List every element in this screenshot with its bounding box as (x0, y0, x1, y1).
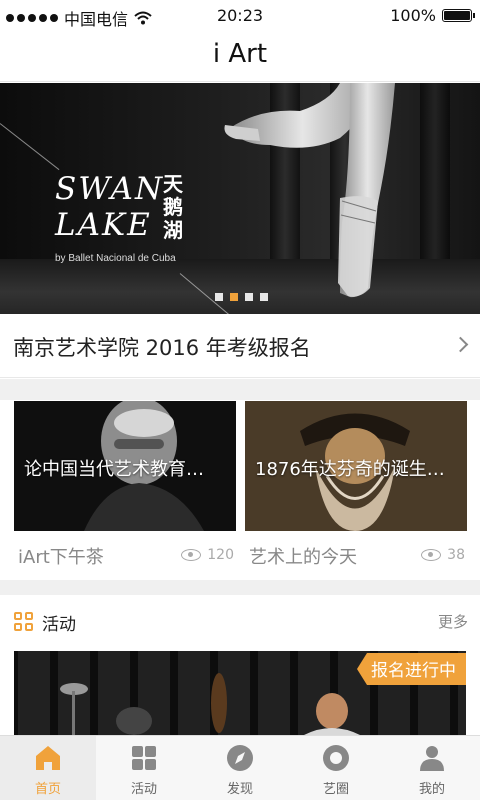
article-card[interactable]: 1876年达芬奇的诞生… 艺术上的今天 38 (245, 401, 467, 576)
status-badge: 报名进行中 (357, 653, 466, 685)
tab-label: 我的 (418, 782, 445, 797)
registration-text: 南京艺术学院 2016 年考级报名 (13, 336, 311, 360)
tab-label: 首页 (34, 782, 61, 797)
banner-title-line1: SWAN (55, 171, 165, 207)
banner-title: SWAN LAKE 天鹅湖 by Ballet Nacional de Cuba (55, 171, 183, 264)
card-image: 论中国当代艺术教育… (14, 401, 236, 531)
tab-label: 艺圈 (322, 782, 349, 797)
tab-profile[interactable]: 我的 (384, 736, 480, 800)
person-icon (420, 746, 444, 771)
tab-label: 发现 (226, 782, 253, 797)
battery-icon (442, 9, 475, 22)
banner-byline: by Ballet Nacional de Cuba (55, 253, 176, 264)
activity-header: 活动 更多 (0, 596, 480, 648)
home-icon (36, 746, 60, 770)
eye-icon (421, 549, 442, 561)
banner-title-line2: LAKE (55, 207, 152, 243)
view-count: 120 (181, 547, 234, 563)
article-card[interactable]: 论中国当代艺术教育… iArt下午茶 120 (14, 401, 236, 576)
compass-icon (227, 745, 253, 771)
grid-icon (132, 746, 156, 770)
banner-title-cn: 天鹅湖 (163, 172, 183, 242)
pager-dot[interactable] (230, 293, 238, 301)
banner-pager[interactable] (215, 293, 268, 301)
grid-icon (14, 612, 34, 632)
tab-bar: 首页 活动 发现 艺圈 我的 (0, 735, 480, 800)
nav-bar: i Art (0, 30, 480, 82)
card-category: iArt下午茶 (18, 547, 104, 568)
view-count-value: 38 (447, 547, 465, 563)
registration-row[interactable]: 南京艺术学院 2016 年考级报名 (0, 314, 480, 378)
activity-title: 活动 (42, 615, 76, 635)
card-title: 1876年达芬奇的诞生… (255, 459, 445, 480)
battery-fill (444, 11, 470, 20)
activity-image[interactable]: 报名进行中 (14, 651, 466, 735)
more-link[interactable]: 更多 (438, 611, 468, 632)
tab-discover[interactable]: 发现 (192, 736, 288, 800)
card-title: 论中国当代艺术教育… (24, 459, 204, 480)
card-meta: iArt下午茶 120 (14, 541, 236, 571)
circle-icon (323, 745, 349, 771)
card-meta: 艺术上的今天 38 (245, 541, 467, 571)
ballet-dancer-image (224, 83, 395, 298)
status-right: 100% (390, 6, 475, 25)
chevron-right-icon (452, 336, 469, 353)
pager-dot[interactable] (260, 293, 268, 301)
battery-percent: 100% (390, 6, 436, 25)
card-image: 1876年达芬奇的诞生… (245, 401, 467, 531)
section-divider (0, 379, 480, 400)
tab-label: 活动 (130, 782, 157, 797)
eye-icon (181, 549, 202, 561)
tab-home[interactable]: 首页 (0, 736, 96, 800)
tab-circle[interactable]: 艺圈 (288, 736, 384, 800)
section-divider (0, 580, 480, 595)
view-count-value: 120 (207, 547, 234, 563)
view-count: 38 (421, 547, 465, 563)
pager-dot[interactable] (215, 293, 223, 301)
card-category: 艺术上的今天 (249, 547, 357, 568)
hero-banner[interactable]: SWAN LAKE 天鹅湖 by Ballet Nacional de Cuba (0, 83, 480, 314)
page-title: i Art (212, 39, 268, 69)
tab-activity[interactable]: 活动 (96, 736, 192, 800)
pager-dot[interactable] (245, 293, 253, 301)
status-bar: 中国电信 20:23 100% (0, 0, 480, 30)
